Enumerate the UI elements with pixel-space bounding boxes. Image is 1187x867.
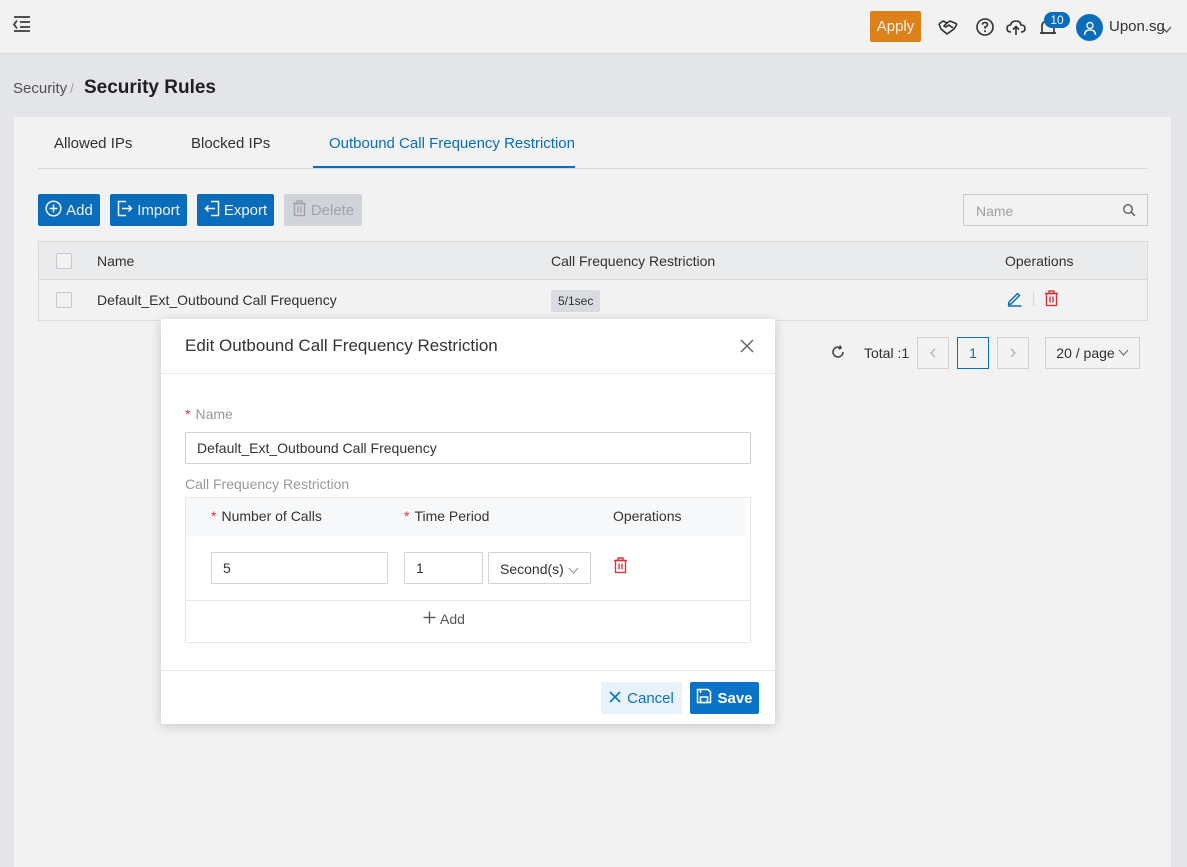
dialog-footer-divider bbox=[161, 670, 775, 671]
time-period-label: Time Period bbox=[414, 508, 490, 524]
chevron-down-icon bbox=[568, 563, 579, 579]
name-label-text: Name bbox=[195, 406, 233, 422]
required-mark: * bbox=[211, 508, 217, 524]
time-unit-value: Second(s) bbox=[500, 561, 564, 577]
column-header-operations: Operations bbox=[613, 508, 682, 524]
save-button[interactable]: Save bbox=[690, 682, 759, 714]
cancel-button[interactable]: Cancel bbox=[601, 682, 682, 714]
save-button-label: Save bbox=[717, 689, 753, 707]
add-row-label: Add bbox=[440, 611, 465, 627]
dialog-title: Edit Outbound Call Frequency Restriction bbox=[185, 336, 498, 355]
add-row-button[interactable]: Add bbox=[423, 611, 465, 627]
close-icon bbox=[609, 690, 621, 707]
number-of-calls-input[interactable] bbox=[211, 552, 388, 584]
name-field-label: * Name bbox=[185, 406, 233, 422]
required-mark: * bbox=[185, 406, 191, 422]
name-input[interactable] bbox=[185, 432, 751, 464]
restriction-row-divider bbox=[186, 600, 750, 601]
required-mark: * bbox=[404, 508, 410, 524]
delete-row-icon[interactable] bbox=[613, 557, 631, 575]
restriction-section-label: Call Frequency Restriction bbox=[185, 476, 350, 492]
dialog-header-divider bbox=[161, 373, 775, 374]
number-of-calls-label: Number of Calls bbox=[221, 508, 322, 524]
save-icon bbox=[696, 688, 712, 708]
edit-restriction-dialog: Edit Outbound Call Frequency Restriction… bbox=[161, 319, 775, 724]
plus-icon bbox=[423, 611, 436, 627]
time-period-input[interactable] bbox=[404, 552, 483, 584]
close-icon[interactable] bbox=[739, 338, 755, 354]
time-unit-select[interactable]: Second(s) bbox=[488, 552, 591, 584]
cancel-button-label: Cancel bbox=[627, 689, 674, 707]
column-header-time-period: * Time Period bbox=[404, 508, 489, 524]
column-header-number-of-calls: * Number of Calls bbox=[211, 508, 322, 524]
